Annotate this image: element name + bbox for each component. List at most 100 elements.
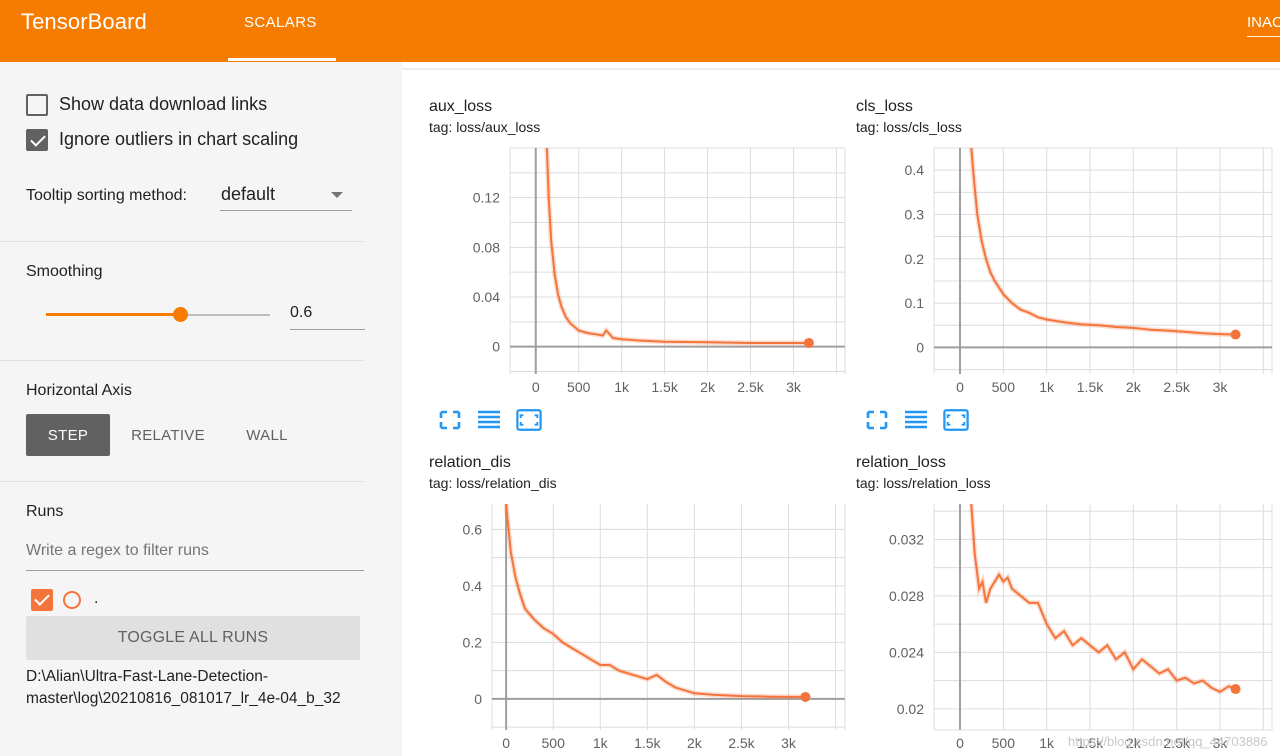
x-tick-label: 0	[532, 379, 540, 395]
y-tick-label: 0.3	[905, 206, 925, 222]
smoothing-slider-fill	[46, 313, 181, 316]
card-tag: tag: loss/aux_loss	[429, 119, 541, 135]
tab-inactive[interactable]: INAC	[1247, 14, 1280, 31]
section-divider	[0, 241, 364, 242]
run-filter-input[interactable]: Write a regex to filter runs	[26, 542, 209, 560]
y-tick-label: 0.6	[463, 521, 483, 537]
scalar-chart[interactable]: 0 500 1k 1.5k 2k 2.5k 3k 0 0.2 0.4 0.6	[420, 502, 850, 756]
y-tick-label: 0	[492, 339, 500, 355]
y-tick-label: 0.024	[889, 644, 924, 660]
y-tick-label: 0.02	[897, 701, 924, 717]
x-tick-label: 1k	[1039, 735, 1055, 751]
log-scale-icon[interactable]	[476, 408, 502, 432]
card-title: relation_loss	[856, 454, 946, 471]
watermark: https://blog.csdn.net/qq_44703886	[1068, 734, 1268, 749]
main-header-divider	[402, 68, 1280, 70]
fullscreen-icon[interactable]	[437, 408, 463, 432]
card-title: aux_loss	[429, 98, 493, 115]
raw-series-line	[503, 503, 806, 700]
fit-domain-icon[interactable]	[516, 408, 542, 432]
x-tick-label: 2k	[700, 379, 716, 395]
scalar-chart[interactable]: 0 500 1k 1.5k 2k 2.5k 3k 0 0.1 0.2 0.3 0.4	[848, 146, 1278, 404]
x-tick-label: 0	[956, 379, 964, 395]
smoothed-series-line	[545, 147, 809, 344]
card-tag: tag: loss/relation_loss	[856, 475, 991, 491]
y-tick-label: 0.1	[905, 295, 925, 311]
horizontal-axis-label: Horizontal Axis	[26, 382, 132, 399]
x-tick-label: 1.5k	[1077, 379, 1104, 395]
axis-relative-button[interactable]: RELATIVE	[124, 414, 212, 456]
y-tick-label: 0.2	[463, 634, 483, 650]
fit-domain-icon[interactable]	[943, 408, 969, 432]
run-log-path: D:\Alian\Ultra-Fast-Lane-Detection-maste…	[26, 668, 341, 707]
y-tick-label: 0.12	[473, 190, 500, 206]
section-divider	[0, 360, 364, 361]
y-tick-label: 0.08	[473, 239, 500, 255]
y-tick-label: 0.032	[889, 531, 924, 547]
toggle-all-runs-button[interactable]: TOGGLE ALL RUNS	[26, 616, 360, 660]
ignore-outliers-checkbox[interactable]	[26, 129, 48, 151]
card-title: relation_dis	[429, 454, 511, 471]
run-checkbox[interactable]	[31, 589, 53, 611]
x-tick-label: 2.5k	[737, 379, 764, 395]
x-tick-label: 2.5k	[1163, 379, 1190, 395]
fullscreen-icon[interactable]	[864, 408, 890, 432]
y-tick-label: 0.2	[905, 251, 925, 267]
raw-series-line	[968, 147, 1236, 338]
y-tick-label: 0.028	[889, 588, 924, 604]
runs-label: Runs	[26, 503, 64, 520]
scalar-chart[interactable]: 0 500 1k 1.5k 2k 2.5k 3k 0 0.04 0.08 0.12	[420, 146, 850, 404]
x-tick-label: 3k	[1213, 379, 1229, 395]
x-tick-label: 1k	[593, 735, 609, 751]
x-tick-label: 500	[992, 735, 1016, 751]
tooltip-sorting-underline	[220, 210, 352, 211]
axis-wall-button[interactable]: WALL	[236, 414, 298, 456]
axis-step-button[interactable]: STEP	[26, 414, 110, 456]
smoothed-series-line	[970, 503, 1236, 694]
x-tick-label: 3k	[786, 379, 802, 395]
raw-series-line	[544, 147, 809, 346]
log-scale-icon[interactable]	[903, 408, 929, 432]
ignore-outliers-label[interactable]: Ignore outliers in chart scaling	[59, 129, 298, 150]
smoothing-value-underline	[290, 329, 365, 330]
scalar-chart[interactable]: 0 500 1k 1.5k 2k 2.5k 3k0.020.0240.0280.032	[848, 502, 1278, 756]
y-tick-label: 0	[474, 691, 482, 707]
card-tag: tag: loss/cls_loss	[856, 119, 962, 135]
series-end-point	[1230, 329, 1241, 340]
sidebar: Show data download links Ignore outliers…	[0, 62, 402, 756]
x-tick-label: 2k	[687, 735, 703, 751]
tooltip-sorting-select[interactable]: default	[221, 184, 275, 205]
smoothing-slider-thumb[interactable]	[173, 307, 189, 322]
section-divider	[0, 481, 364, 482]
inactive-tab-underline	[1247, 36, 1280, 37]
y-tick-label: 0.4	[905, 162, 925, 178]
y-tick-label: 0.04	[473, 289, 500, 305]
run-name: .	[94, 590, 99, 607]
y-tick-label: 0	[916, 339, 924, 355]
top-app-bar: TensorBoard SCALARS INAC	[0, 0, 1280, 62]
show-download-links-checkbox[interactable]	[26, 94, 48, 116]
smoothing-label: Smoothing	[26, 263, 103, 280]
card-tag: tag: loss/relation_dis	[429, 475, 557, 491]
x-tick-label: 2.5k	[728, 735, 755, 751]
series-end-point	[1230, 684, 1241, 695]
smoothed-series-line	[970, 147, 1236, 336]
dropdown-arrow-icon[interactable]	[331, 192, 343, 198]
series-end-point	[803, 337, 814, 348]
raw-series-line	[968, 503, 1237, 695]
x-tick-label: 1k	[1039, 379, 1055, 395]
x-tick-label: 1.5k	[651, 379, 678, 395]
app-title: TensorBoard	[21, 9, 147, 34]
tab-scalars[interactable]: SCALARS	[244, 14, 317, 31]
x-tick-label: 1k	[614, 379, 630, 395]
smoothing-value-input[interactable]: 0.6	[290, 304, 312, 322]
active-tab-indicator	[228, 58, 336, 61]
card-title: cls_loss	[856, 98, 913, 115]
x-tick-label: 500	[992, 379, 1016, 395]
x-tick-label: 3k	[781, 735, 797, 751]
show-download-links-label[interactable]: Show data download links	[59, 94, 267, 115]
run-filter-underline	[26, 570, 364, 571]
x-tick-label: 0	[502, 735, 510, 751]
run-color-swatch[interactable]	[63, 591, 81, 609]
x-tick-label: 500	[542, 735, 566, 751]
